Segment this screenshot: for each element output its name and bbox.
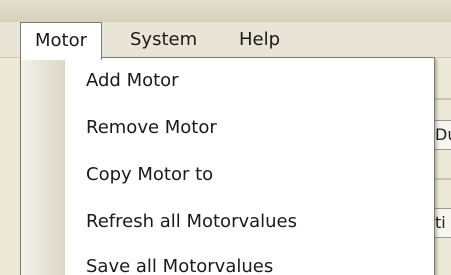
menu-item-add-motor[interactable]: Add Motor <box>65 61 434 101</box>
menu-system[interactable]: System <box>116 22 211 58</box>
motor-dropdown-menu: Add Motor Remove Motor Copy Motor to Ref… <box>20 57 435 275</box>
title-strip <box>0 0 451 22</box>
menu-item-label: Add Motor <box>86 70 179 91</box>
menu-item-label: Refresh all Motorvalues <box>86 211 298 232</box>
menu-item-save-all-motorvalues[interactable]: Save all Motorvalues <box>65 247 434 275</box>
menu-help[interactable]: Help <box>225 22 294 58</box>
menu-motor[interactable]: Motor <box>20 22 103 60</box>
menu-item-refresh-all-motorvalues[interactable]: Refresh all Motorvalues <box>65 202 434 242</box>
menu-item-label: Remove Motor <box>86 117 217 138</box>
menu-item-label: Copy Motor to <box>86 164 214 185</box>
menu-motor-label: Motor <box>35 30 88 51</box>
menu-item-label: Save all Motorvalues <box>86 256 274 275</box>
menu-item-copy-motor-to[interactable]: Copy Motor to <box>65 155 434 195</box>
app-window: Du ti Motor System Help Add Motor Remove… <box>0 0 451 275</box>
menu-system-label: System <box>130 29 198 50</box>
menu-icon-gutter <box>21 58 65 275</box>
menu-bar: Motor System Help <box>0 22 451 60</box>
menu-help-label: Help <box>239 29 281 50</box>
bg-field-1-text: Du <box>435 125 451 144</box>
bg-field-2-text: ti <box>435 213 446 232</box>
menu-item-remove-motor[interactable]: Remove Motor <box>65 108 434 148</box>
